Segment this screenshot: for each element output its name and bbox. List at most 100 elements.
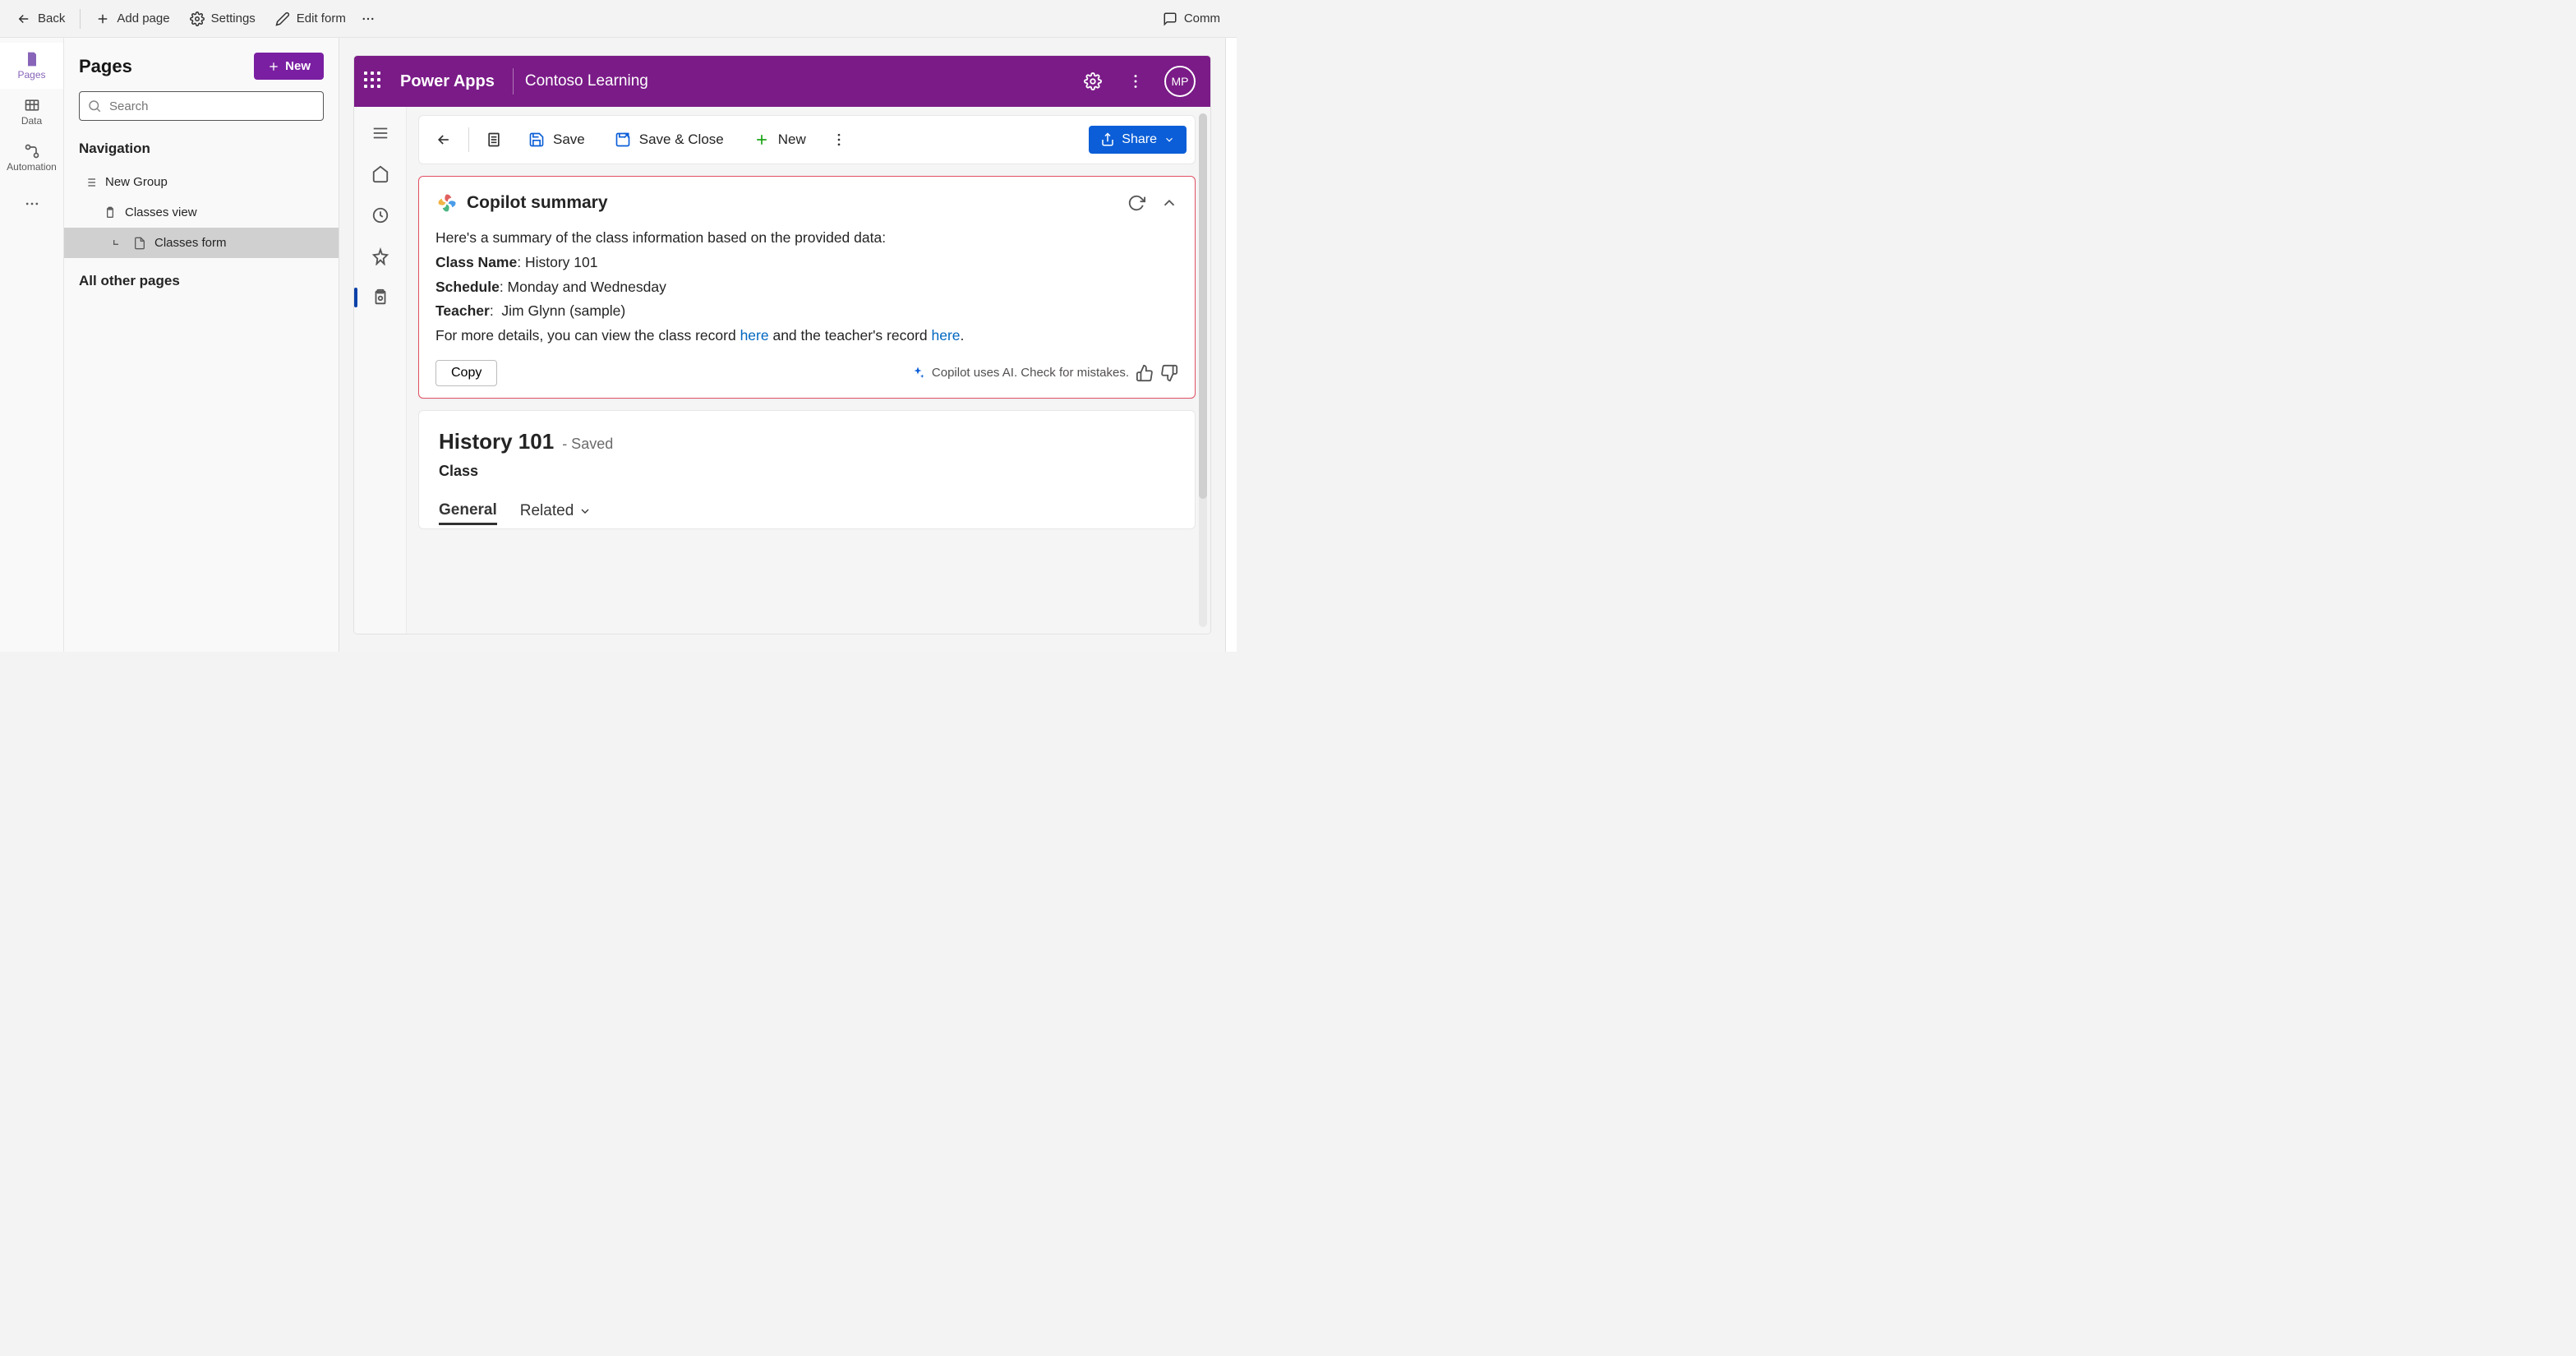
- new-page-button[interactable]: New: [254, 53, 324, 80]
- rail-data[interactable]: Data: [0, 89, 63, 135]
- subitem-icon: [112, 237, 125, 250]
- preview-window: Power Apps Contoso Learning MP: [354, 56, 1210, 634]
- schedule-value: Monday and Wednesday: [508, 279, 666, 295]
- sitemap-home[interactable]: [362, 156, 399, 192]
- copy-button[interactable]: Copy: [435, 360, 497, 386]
- edit-form-button[interactable]: Edit form: [267, 7, 354, 31]
- product-name: Power Apps: [400, 72, 495, 91]
- separator: [468, 127, 469, 152]
- nav-classes-view[interactable]: Classes view: [64, 197, 339, 228]
- gear-icon: [1084, 72, 1102, 90]
- cmdbar-overflow[interactable]: [824, 131, 854, 148]
- pages-panel: Pages New Navigation New Group Classes v…: [64, 38, 339, 652]
- table-icon: [24, 97, 40, 113]
- settings-label: Settings: [211, 12, 256, 25]
- separator: [513, 68, 514, 95]
- back-button[interactable]: [427, 125, 460, 155]
- nav-classes-form[interactable]: Classes form: [64, 228, 339, 258]
- class-record-link[interactable]: here: [740, 327, 769, 344]
- separator: [80, 9, 81, 29]
- form-command-bar: Save Save & Close New: [418, 115, 1196, 164]
- chevron-down-icon: [1164, 134, 1175, 145]
- sitemap-hamburger[interactable]: [362, 115, 399, 151]
- record-title: History 101: [439, 429, 554, 454]
- sitemap-entity[interactable]: [362, 279, 399, 316]
- rail-more[interactable]: [0, 181, 63, 227]
- more-b: and the teacher's record: [769, 327, 932, 344]
- rail-pages[interactable]: Pages: [0, 43, 63, 89]
- settings-button[interactable]: Settings: [182, 7, 264, 31]
- page-icon: [24, 51, 40, 67]
- share-icon: [1100, 132, 1115, 147]
- save-button[interactable]: Save: [517, 125, 597, 155]
- pin-icon: [371, 247, 389, 265]
- comments-label: Comm: [1184, 12, 1220, 25]
- home-icon: [371, 165, 389, 183]
- refresh-icon[interactable]: [1127, 194, 1145, 212]
- tab-related[interactable]: Related: [520, 501, 592, 525]
- rail-pages-label: Pages: [17, 69, 45, 81]
- preview-appbar: Power Apps Contoso Learning MP: [354, 56, 1210, 107]
- comments-button[interactable]: Comm: [1154, 7, 1228, 31]
- save-close-icon: [615, 131, 631, 148]
- user-avatar[interactable]: MP: [1164, 66, 1196, 97]
- more-icon: [24, 196, 40, 212]
- chevron-up-icon[interactable]: [1160, 194, 1178, 212]
- class-name-label: Class Name: [435, 254, 517, 270]
- navigation-header: Navigation: [64, 134, 339, 167]
- record-entity: Class: [439, 463, 1175, 480]
- copilot-summary-card: Copilot summary Here's a summary of the …: [418, 176, 1196, 399]
- search-icon: [87, 99, 102, 113]
- nav-classes-view-label: Classes view: [125, 205, 197, 219]
- teacher-value: Jim Glynn (sample): [501, 302, 625, 319]
- more-icon: [361, 12, 376, 26]
- back-label: Back: [38, 12, 65, 25]
- top-command-bar: Back Add page Settings Edit form Comm: [0, 0, 1237, 38]
- save-close-button[interactable]: Save & Close: [603, 125, 735, 155]
- plus-icon: [267, 60, 280, 73]
- teacher-label: Teacher: [435, 302, 490, 319]
- app-launcher-icon[interactable]: [364, 71, 384, 91]
- appbar-settings[interactable]: [1079, 67, 1107, 95]
- overflow-button[interactable]: [357, 7, 379, 31]
- nav-classes-form-label: Classes form: [154, 236, 227, 250]
- appbar-more[interactable]: [1122, 67, 1150, 95]
- clock-icon: [371, 206, 389, 224]
- sitemap-recent[interactable]: [362, 197, 399, 233]
- scrollbar[interactable]: [1199, 113, 1207, 627]
- flow-icon: [24, 143, 40, 159]
- plus-icon: [753, 131, 770, 148]
- environment-name: Contoso Learning: [525, 72, 648, 90]
- thumbs-up-icon[interactable]: [1136, 364, 1154, 382]
- teacher-record-link[interactable]: here: [932, 327, 961, 344]
- gear-icon: [190, 12, 205, 26]
- save-close-label: Save & Close: [639, 131, 724, 148]
- chat-icon: [1163, 12, 1177, 26]
- sitemap-rail: [354, 107, 407, 634]
- add-page-button[interactable]: Add page: [87, 7, 177, 31]
- other-pages-header: All other pages: [64, 258, 339, 304]
- arrow-left-icon: [435, 131, 452, 148]
- thumbs-down-icon[interactable]: [1160, 364, 1178, 382]
- rail-automation[interactable]: Automation: [0, 135, 63, 181]
- new-record-label: New: [778, 131, 806, 148]
- more-a: For more details, you can view the class…: [435, 327, 740, 344]
- open-record-set[interactable]: [477, 125, 510, 155]
- tab-general-label: General: [439, 501, 497, 519]
- sitemap-pinned[interactable]: [362, 238, 399, 274]
- tab-general[interactable]: General: [439, 501, 497, 525]
- edit-form-label: Edit form: [297, 12, 346, 25]
- preview-body: Save Save & Close New: [354, 107, 1210, 634]
- back-button[interactable]: Back: [8, 7, 73, 31]
- share-button[interactable]: Share: [1089, 126, 1187, 154]
- nav-group[interactable]: New Group: [64, 167, 339, 197]
- copilot-icon: [435, 191, 459, 214]
- recordset-icon: [486, 131, 502, 148]
- share-label: Share: [1122, 132, 1157, 147]
- ai-note-text: Copilot uses AI. Check for mistakes.: [932, 366, 1129, 380]
- record-header-card: History 101 - Saved Class General Relate…: [418, 410, 1196, 529]
- pages-search-input[interactable]: [79, 91, 324, 121]
- new-record-button[interactable]: New: [742, 125, 818, 155]
- record-saved-status: - Saved: [562, 436, 613, 453]
- left-rail: Pages Data Automation: [0, 38, 64, 652]
